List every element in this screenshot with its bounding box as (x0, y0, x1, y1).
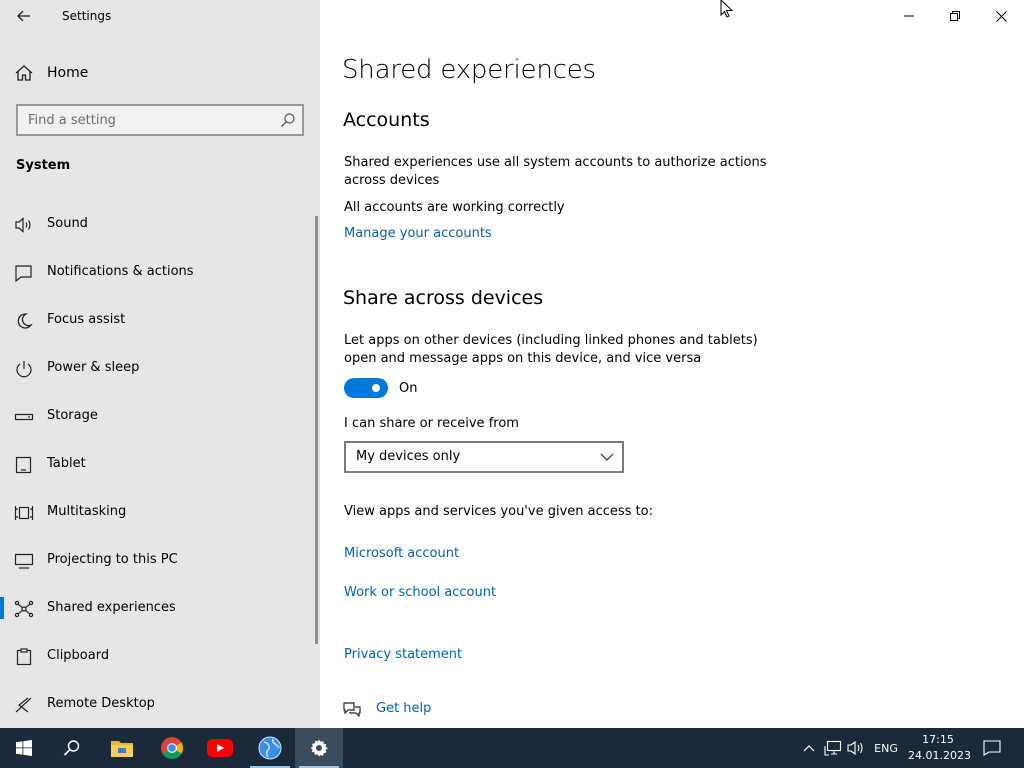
youtube-icon (207, 739, 233, 757)
dropdown-label: I can share or receive from (344, 416, 519, 431)
file-explorer-button[interactable] (98, 728, 146, 768)
remote-desktop-icon (15, 697, 32, 713)
share-across-devices-heading: Share across devices (343, 287, 544, 309)
volume-icon (847, 740, 863, 756)
settings-search-box[interactable] (16, 104, 304, 136)
multitasking-icon (14, 506, 34, 520)
sidebar: Settings Home System Sound Notifications… (0, 0, 320, 728)
back-arrow-icon (17, 10, 30, 22)
browser-button[interactable] (246, 728, 294, 768)
clock-time: 17:15 (922, 733, 954, 746)
chevron-down-icon (600, 453, 614, 461)
sidebar-item-sound[interactable]: Sound (0, 204, 312, 244)
settings-icon (310, 739, 328, 757)
minimize-button[interactable] (886, 0, 932, 32)
sidebar-scrollbar[interactable] (315, 216, 318, 644)
home-icon (15, 65, 33, 81)
action-center-button[interactable] (978, 728, 1006, 768)
clipboard-icon (16, 648, 32, 666)
mouse-cursor-icon (720, 0, 734, 18)
section-heading: System (16, 158, 71, 173)
accounts-status: All accounts are working correctly (344, 200, 565, 215)
restore-button[interactable] (932, 0, 978, 32)
close-icon (995, 10, 1007, 22)
sidebar-item-notifications[interactable]: Notifications & actions (0, 252, 312, 292)
app-title: Settings (62, 9, 112, 23)
sidebar-item-label: Tablet (47, 456, 86, 471)
globe-icon (258, 736, 282, 760)
toggle-knob (372, 384, 380, 392)
sidebar-item-multitasking[interactable]: Multitasking (0, 492, 312, 532)
get-help-icon (343, 702, 361, 717)
clock[interactable]: 17:15 24.01.2023 (908, 732, 971, 764)
access-text: View apps and services you've given acce… (344, 504, 653, 519)
power-icon (16, 361, 32, 378)
storage-icon (14, 413, 34, 421)
search-input[interactable] (18, 106, 278, 134)
sidebar-item-home[interactable]: Home (0, 56, 320, 90)
sidebar-item-focus-assist[interactable]: Focus assist (0, 300, 312, 340)
language-indicator[interactable]: ENG (870, 728, 902, 768)
moon-icon (17, 313, 33, 329)
projecting-icon (14, 553, 34, 569)
sidebar-item-remote-desktop[interactable]: Remote Desktop (0, 684, 312, 724)
sidebar-item-label: Clipboard (47, 648, 110, 663)
clock-date: 24.01.2023 (908, 749, 971, 762)
dropdown-selected-value: My devices only (356, 449, 461, 464)
sidebar-item-label: Storage (47, 408, 98, 423)
network-tray-button[interactable] (822, 728, 844, 768)
show-hidden-icons-button[interactable] (800, 728, 818, 768)
sidebar-item-tablet[interactable]: Tablet (0, 444, 312, 484)
sidebar-item-power-sleep[interactable]: Power & sleep (0, 348, 312, 388)
privacy-statement-link[interactable]: Privacy statement (344, 647, 462, 662)
sidebar-item-label: Sound (47, 216, 88, 231)
chrome-button[interactable] (148, 728, 196, 768)
sidebar-item-label: Power & sleep (47, 360, 140, 375)
close-button[interactable] (978, 0, 1024, 32)
tablet-icon (15, 456, 32, 474)
share-from-dropdown[interactable]: My devices only (344, 441, 624, 473)
settings-taskbar-button[interactable] (295, 728, 343, 768)
restore-icon (950, 11, 960, 21)
minimize-icon (904, 15, 914, 17)
microsoft-account-link[interactable]: Microsoft account (344, 546, 459, 561)
share-across-devices-toggle[interactable] (344, 378, 388, 398)
sidebar-item-label: Notifications & actions (47, 264, 194, 279)
search-icon (63, 740, 80, 756)
sidebar-item-label: Focus assist (47, 312, 126, 327)
sidebar-item-label: Home (47, 65, 89, 81)
speaker-icon (15, 217, 31, 233)
manage-accounts-link[interactable]: Manage your accounts (344, 226, 492, 241)
accounts-heading: Accounts (343, 109, 430, 131)
sidebar-item-label: Remote Desktop (47, 696, 155, 711)
network-icon (824, 740, 842, 756)
shared-experiences-icon (14, 600, 34, 618)
youtube-button[interactable] (196, 728, 244, 768)
volume-tray-button[interactable] (846, 728, 866, 768)
sidebar-item-label: Projecting to this PC (47, 552, 178, 567)
sidebar-item-label: Shared experiences (47, 600, 176, 615)
get-help-link[interactable]: Get help (376, 701, 431, 716)
sidebar-item-clipboard[interactable]: Clipboard (0, 636, 312, 676)
start-button[interactable] (0, 728, 48, 768)
share-description: Let apps on other devices (including lin… (344, 333, 758, 366)
page-title: Shared experiences (342, 55, 596, 85)
chevron-up-icon (803, 745, 815, 752)
taskbar: ENG 17:15 24.01.2023 (0, 728, 1024, 768)
sidebar-item-shared-experiences[interactable]: Shared experiences (0, 588, 312, 628)
chrome-icon (161, 737, 183, 759)
file-explorer-icon (111, 741, 133, 757)
accounts-description: Shared experiences use all system accoun… (344, 155, 767, 188)
back-button[interactable] (0, 0, 48, 32)
sidebar-item-label: Multitasking (47, 504, 127, 519)
toggle-state-label: On (399, 381, 418, 396)
action-center-icon (983, 740, 1001, 756)
notification-icon (15, 265, 32, 282)
work-school-account-link[interactable]: Work or school account (344, 585, 496, 600)
sidebar-item-storage[interactable]: Storage (0, 396, 312, 436)
start-icon (16, 740, 32, 756)
sidebar-item-projecting[interactable]: Projecting to this PC (0, 540, 312, 580)
search-icon[interactable] (280, 112, 296, 128)
taskbar-search-button[interactable] (48, 728, 96, 768)
